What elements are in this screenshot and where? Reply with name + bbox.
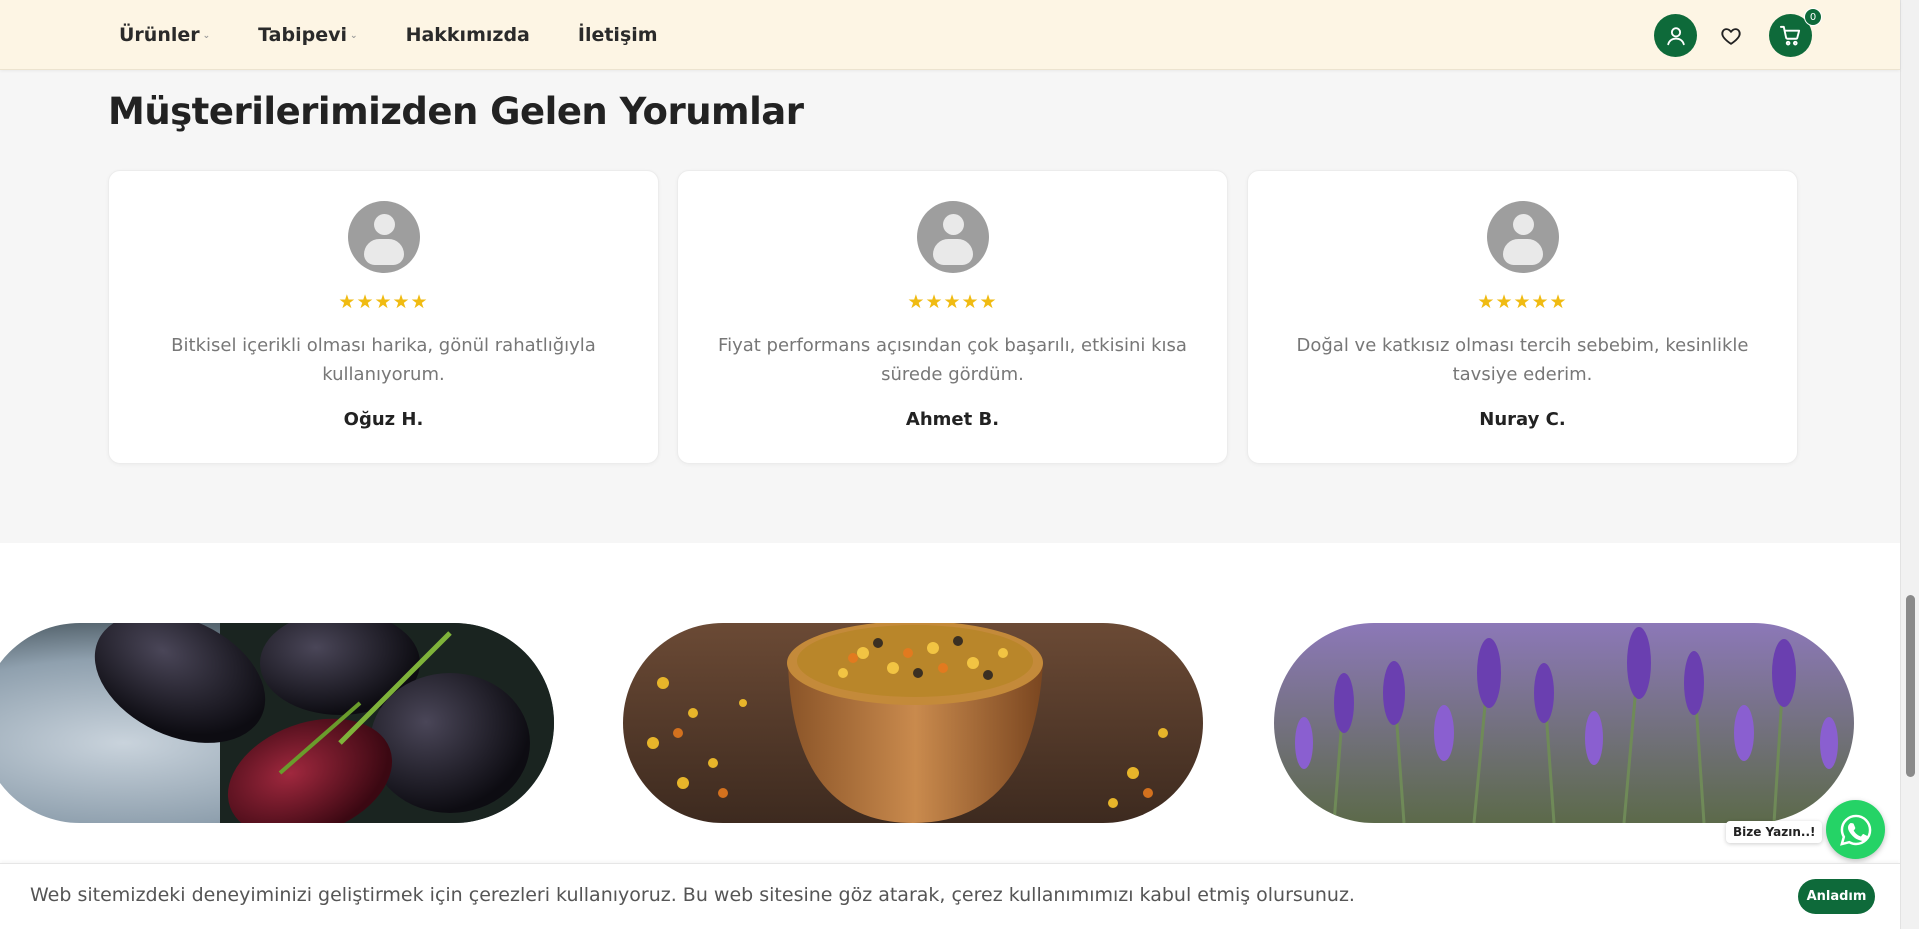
review-text: Bitkisel içerikli olması harika, gönül r…	[171, 335, 596, 385]
reviews-title: Müşterilerimizden Gelen Yorumlar	[108, 90, 804, 133]
cart-count-badge: 0	[1804, 8, 1822, 26]
mulberries-image[interactable]	[0, 623, 554, 823]
whatsapp-label[interactable]: Bize Yazın..!	[1726, 821, 1823, 843]
nav-item-label: Ürünler	[119, 24, 200, 46]
wishlist-button[interactable]	[1719, 24, 1743, 48]
nav-item-hakkimizda[interactable]: Hakkımızda	[406, 24, 530, 46]
star-rating: ★★★★★	[338, 291, 429, 313]
cart-icon	[1779, 25, 1801, 46]
review-card: ★★★★★ Bitkisel içerikli olması harika, g…	[108, 170, 659, 464]
whatsapp-button[interactable]	[1826, 800, 1885, 859]
nav-item-iletisim[interactable]: İletişim	[578, 24, 658, 46]
chevron-down-icon: ⌄	[202, 31, 211, 41]
heart-icon	[1721, 27, 1741, 45]
lavender-image[interactable]	[1274, 623, 1854, 823]
nav-item-tabipevi[interactable]: Tabipevi ⌄	[258, 24, 357, 46]
avatar	[347, 201, 420, 273]
cart-button[interactable]: 0	[1769, 8, 1822, 57]
reviewer-name: Oğuz H.	[343, 409, 424, 430]
avatar	[916, 201, 989, 273]
review-card: ★★★★★ Doğal ve katkısız olması tercih se…	[1247, 170, 1798, 464]
accept-cookies-button[interactable]: Anladım	[1798, 879, 1875, 914]
cookie-text: Web sitemizdeki deneyiminizi geliştirmek…	[30, 884, 1355, 906]
reviewer-name: Nuray C.	[1479, 409, 1566, 430]
star-rating: ★★★★★	[907, 291, 998, 313]
cookie-banner: Web sitemizdeki deneyiminizi geliştirmek…	[0, 863, 1900, 929]
site-header: Ürünler ⌄ Tabipevi ⌄ Hakkımızda İletişim	[0, 0, 1900, 70]
reviews-section: Müşterilerimizden Gelen Yorumlar ★★★★★ B…	[0, 70, 1900, 543]
reviewer-name: Ahmet B.	[905, 409, 1000, 430]
review-text: Doğal ve katkısız olması tercih sebebim,…	[1296, 335, 1749, 385]
nav-item-label: İletişim	[577, 24, 658, 46]
main-nav: Ürünler ⌄ Tabipevi ⌄ Hakkımızda İletişim	[119, 0, 706, 70]
scrollbar-thumb[interactable]	[1906, 595, 1915, 777]
star-rating: ★★★★★	[1477, 291, 1568, 313]
review-card: ★★★★★ Fiyat performans açısından çok baş…	[677, 170, 1228, 464]
user-icon	[1666, 26, 1685, 45]
review-text: Fiyat performans açısından çok başarılı,…	[718, 335, 1187, 385]
page-scrollbar[interactable]	[1900, 0, 1919, 929]
nav-item-label: Hakkımızda	[405, 24, 530, 46]
nav-item-urunler[interactable]: Ürünler ⌄	[119, 24, 210, 46]
chevron-down-icon: ⌄	[350, 31, 358, 41]
avatar	[1486, 201, 1559, 273]
whatsapp-icon	[1839, 814, 1871, 846]
bee-pollen-image[interactable]	[623, 623, 1203, 823]
nav-item-label: Tabipevi	[258, 24, 348, 46]
account-button[interactable]	[1654, 14, 1697, 57]
header-actions: 0	[1654, 8, 1822, 57]
